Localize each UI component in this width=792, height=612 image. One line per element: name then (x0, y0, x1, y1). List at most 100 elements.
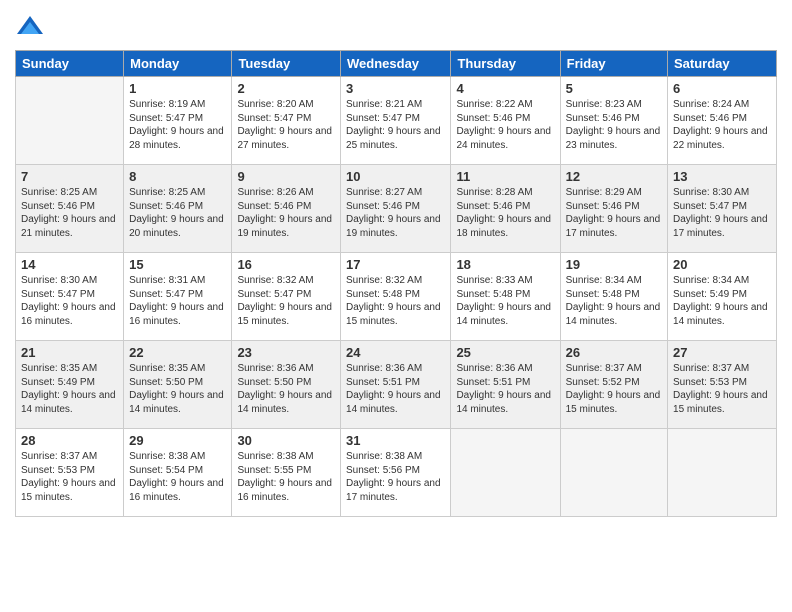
day-info: Sunrise: 8:25 AMSunset: 5:46 PMDaylight:… (21, 186, 118, 240)
day-info: Sunrise: 8:30 AMSunset: 5:47 PMDaylight:… (673, 186, 771, 240)
day-number: 30 (237, 433, 335, 448)
day-info: Sunrise: 8:33 AMSunset: 5:48 PMDaylight:… (456, 274, 554, 328)
day-number: 29 (129, 433, 226, 448)
day-info: Sunrise: 8:27 AMSunset: 5:46 PMDaylight:… (346, 186, 445, 240)
day-info: Sunrise: 8:37 AMSunset: 5:53 PMDaylight:… (21, 450, 118, 504)
day-number: 12 (566, 169, 662, 184)
header (15, 10, 777, 44)
day-number: 23 (237, 345, 335, 360)
day-info: Sunrise: 8:30 AMSunset: 5:47 PMDaylight:… (21, 274, 118, 328)
calendar-week-3: 21 Sunrise: 8:35 AMSunset: 5:49 PMDayligh… (16, 341, 777, 429)
day-number: 7 (21, 169, 118, 184)
day-number: 31 (346, 433, 445, 448)
calendar-cell: 17 Sunrise: 8:32 AMSunset: 5:48 PMDayligh… (341, 253, 451, 341)
day-number: 28 (21, 433, 118, 448)
calendar-cell (16, 77, 124, 165)
day-info: Sunrise: 8:31 AMSunset: 5:47 PMDaylight:… (129, 274, 226, 328)
day-info: Sunrise: 8:32 AMSunset: 5:48 PMDaylight:… (346, 274, 445, 328)
day-info: Sunrise: 8:28 AMSunset: 5:46 PMDaylight:… (456, 186, 554, 240)
day-info: Sunrise: 8:35 AMSunset: 5:49 PMDaylight:… (21, 362, 118, 416)
calendar-cell: 27 Sunrise: 8:37 AMSunset: 5:53 PMDayligh… (668, 341, 777, 429)
calendar-table: SundayMondayTuesdayWednesdayThursdayFrid… (15, 50, 777, 517)
calendar-cell: 3Sunrise: 8:21 AMSunset: 5:47 PMDaylight… (341, 77, 451, 165)
calendar-cell: 9Sunrise: 8:26 AMSunset: 5:46 PMDaylight… (232, 165, 341, 253)
day-info: Sunrise: 8:34 AMSunset: 5:49 PMDaylight:… (673, 274, 771, 328)
day-number: 27 (673, 345, 771, 360)
calendar-cell: 5Sunrise: 8:23 AMSunset: 5:46 PMDaylight… (560, 77, 667, 165)
calendar-cell (668, 429, 777, 517)
day-info: Sunrise: 8:22 AMSunset: 5:46 PMDaylight:… (456, 98, 554, 152)
calendar-header-row: SundayMondayTuesdayWednesdayThursdayFrid… (16, 51, 777, 77)
calendar-header-monday: Monday (124, 51, 232, 77)
day-number: 10 (346, 169, 445, 184)
calendar-cell: 18 Sunrise: 8:33 AMSunset: 5:48 PMDayligh… (451, 253, 560, 341)
calendar-cell: 2 Sunrise: 8:20 AMSunset: 5:47 PMDaylight… (232, 77, 341, 165)
calendar-cell: 12 Sunrise: 8:29 AMSunset: 5:46 PMDayligh… (560, 165, 667, 253)
day-info: Sunrise: 8:36 AMSunset: 5:51 PMDaylight:… (456, 362, 554, 416)
calendar-cell: 31Sunrise: 8:38 AMSunset: 5:56 PMDayligh… (341, 429, 451, 517)
day-number: 24 (346, 345, 445, 360)
calendar-cell: 22 Sunrise: 8:35 AMSunset: 5:50 PMDayligh… (124, 341, 232, 429)
day-info: Sunrise: 8:36 AMSunset: 5:50 PMDaylight:… (237, 362, 335, 416)
calendar-cell: 15 Sunrise: 8:31 AMSunset: 5:47 PMDayligh… (124, 253, 232, 341)
day-number: 8 (129, 169, 226, 184)
day-number: 17 (346, 257, 445, 272)
calendar-cell: 23 Sunrise: 8:36 AMSunset: 5:50 PMDayligh… (232, 341, 341, 429)
calendar-cell: 8 Sunrise: 8:25 AMSunset: 5:46 PMDaylight… (124, 165, 232, 253)
day-info: Sunrise: 8:34 AMSunset: 5:48 PMDaylight:… (566, 274, 662, 328)
day-info: Sunrise: 8:32 AMSunset: 5:47 PMDaylight:… (237, 274, 335, 328)
calendar-cell: 21 Sunrise: 8:35 AMSunset: 5:49 PMDayligh… (16, 341, 124, 429)
day-number: 3 (346, 81, 445, 96)
day-number: 14 (21, 257, 118, 272)
day-info: Sunrise: 8:24 AMSunset: 5:46 PMDaylight:… (673, 98, 771, 152)
calendar-cell: 1Sunrise: 8:19 AMSunset: 5:47 PMDaylight… (124, 77, 232, 165)
calendar-cell: 13 Sunrise: 8:30 AMSunset: 5:47 PMDayligh… (668, 165, 777, 253)
calendar-header-friday: Friday (560, 51, 667, 77)
calendar-week-4: 28 Sunrise: 8:37 AMSunset: 5:53 PMDayligh… (16, 429, 777, 517)
day-info: Sunrise: 8:35 AMSunset: 5:50 PMDaylight:… (129, 362, 226, 416)
calendar-cell: 16Sunrise: 8:32 AMSunset: 5:47 PMDayligh… (232, 253, 341, 341)
day-info: Sunrise: 8:25 AMSunset: 5:46 PMDaylight:… (129, 186, 226, 240)
day-info: Sunrise: 8:38 AMSunset: 5:55 PMDaylight:… (237, 450, 335, 504)
calendar-cell: 25Sunrise: 8:36 AMSunset: 5:51 PMDayligh… (451, 341, 560, 429)
day-number: 15 (129, 257, 226, 272)
day-info: Sunrise: 8:29 AMSunset: 5:46 PMDaylight:… (566, 186, 662, 240)
day-info: Sunrise: 8:26 AMSunset: 5:46 PMDaylight:… (237, 186, 335, 240)
day-info: Sunrise: 8:37 AMSunset: 5:52 PMDaylight:… (566, 362, 662, 416)
day-number: 21 (21, 345, 118, 360)
day-number: 6 (673, 81, 771, 96)
calendar-week-2: 14 Sunrise: 8:30 AMSunset: 5:47 PMDayligh… (16, 253, 777, 341)
logo (15, 14, 49, 44)
calendar-header-sunday: Sunday (16, 51, 124, 77)
calendar-cell: 14 Sunrise: 8:30 AMSunset: 5:47 PMDayligh… (16, 253, 124, 341)
calendar-cell: 20 Sunrise: 8:34 AMSunset: 5:49 PMDayligh… (668, 253, 777, 341)
day-number: 11 (456, 169, 554, 184)
calendar-cell: 7 Sunrise: 8:25 AMSunset: 5:46 PMDaylight… (16, 165, 124, 253)
day-info: Sunrise: 8:20 AMSunset: 5:47 PMDaylight:… (237, 98, 335, 152)
calendar-cell: 4Sunrise: 8:22 AMSunset: 5:46 PMDaylight… (451, 77, 560, 165)
day-info: Sunrise: 8:38 AMSunset: 5:54 PMDaylight:… (129, 450, 226, 504)
calendar-header-tuesday: Tuesday (232, 51, 341, 77)
calendar-cell: 29 Sunrise: 8:38 AMSunset: 5:54 PMDayligh… (124, 429, 232, 517)
day-number: 19 (566, 257, 662, 272)
calendar-header-thursday: Thursday (451, 51, 560, 77)
day-number: 22 (129, 345, 226, 360)
day-info: Sunrise: 8:37 AMSunset: 5:53 PMDaylight:… (673, 362, 771, 416)
calendar-cell: 30 Sunrise: 8:38 AMSunset: 5:55 PMDayligh… (232, 429, 341, 517)
day-number: 20 (673, 257, 771, 272)
calendar-header-saturday: Saturday (668, 51, 777, 77)
calendar-cell: 6 Sunrise: 8:24 AMSunset: 5:46 PMDaylight… (668, 77, 777, 165)
calendar-cell: 10 Sunrise: 8:27 AMSunset: 5:46 PMDayligh… (341, 165, 451, 253)
day-number: 13 (673, 169, 771, 184)
day-number: 26 (566, 345, 662, 360)
logo-icon (15, 14, 45, 44)
calendar-cell: 19 Sunrise: 8:34 AMSunset: 5:48 PMDayligh… (560, 253, 667, 341)
day-number: 2 (237, 81, 335, 96)
calendar-cell (560, 429, 667, 517)
day-number: 18 (456, 257, 554, 272)
day-number: 5 (566, 81, 662, 96)
calendar-cell: 28 Sunrise: 8:37 AMSunset: 5:53 PMDayligh… (16, 429, 124, 517)
calendar-cell (451, 429, 560, 517)
calendar-cell: 24Sunrise: 8:36 AMSunset: 5:51 PMDayligh… (341, 341, 451, 429)
calendar-week-1: 7 Sunrise: 8:25 AMSunset: 5:46 PMDaylight… (16, 165, 777, 253)
